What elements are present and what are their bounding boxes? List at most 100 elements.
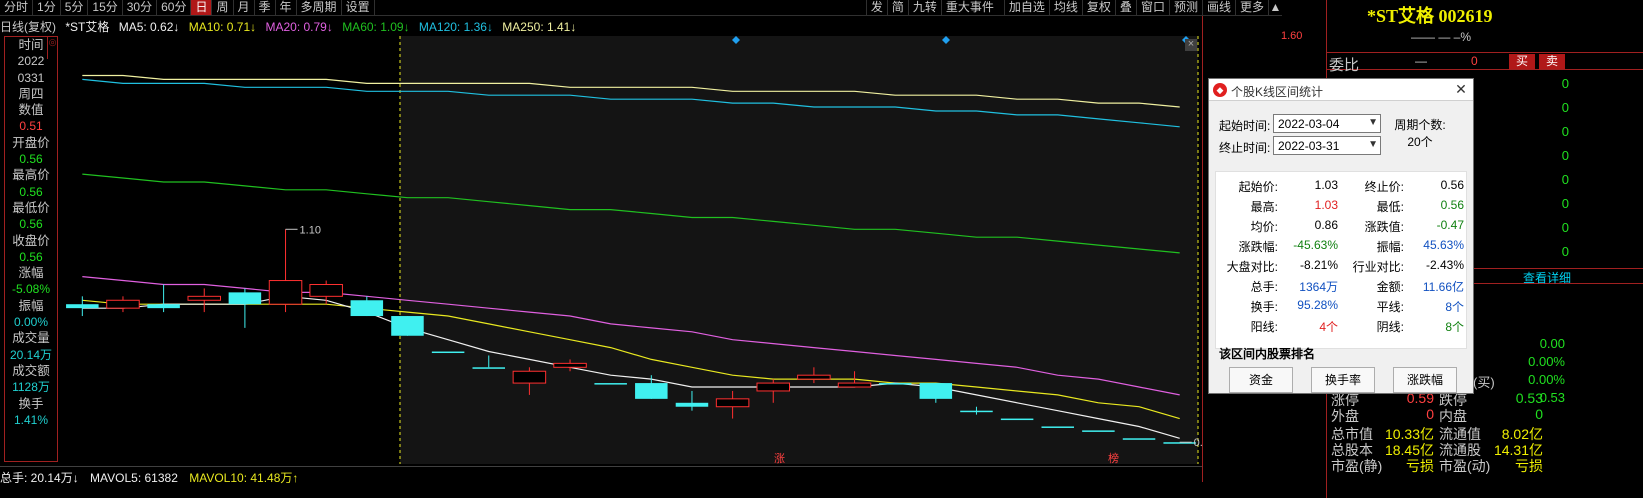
tool-button[interactable]: 发 (865, 0, 887, 15)
ma120-value: MA120: 1.36↓ (418, 20, 493, 34)
stat-l1: 换手: (1250, 300, 1278, 314)
stat-l2: 阴线: (1376, 320, 1404, 334)
quote-val2: 亏损 (1515, 458, 1543, 474)
quote-row: 总股本 18.45亿 流通股 14.31亿 (1327, 440, 1643, 458)
stat-l2: 行业对比: (1352, 260, 1404, 274)
tool-button[interactable]: 九转 (907, 0, 941, 15)
period-tab[interactable]: 15分 (88, 0, 123, 15)
info-label: 最低价 (12, 200, 50, 215)
candle-body (675, 402, 709, 407)
period-tab[interactable]: 多周期 (297, 0, 342, 15)
chevron-down-icon: ▼ (1368, 117, 1378, 128)
info-value: 20.14万 (9, 347, 53, 362)
quote-lab2: 内盘 (1439, 408, 1467, 424)
end-time-select[interactable]: 2022-03-31 ▼ (1273, 136, 1381, 155)
info-panel-toggle-icon[interactable]: ◎ (47, 37, 57, 59)
close-icon[interactable]: × (1185, 39, 1197, 51)
stat-v2: 8个 (1445, 300, 1464, 314)
quote-val2: 0.53 (1515, 390, 1543, 406)
rank-fund-button[interactable]: 资金 (1229, 367, 1293, 393)
dialog-titlebar[interactable]: ◆ 个股K线区间统计 ✕ (1209, 79, 1473, 101)
start-time-select[interactable]: 2022-03-04 ▼ (1273, 114, 1381, 133)
tool-button[interactable]: 均线 (1048, 0, 1082, 15)
period-tab[interactable]: 设置 (342, 0, 375, 15)
sell-button[interactable]: 卖 (1539, 54, 1565, 69)
end-time-label: 终止时间: (1219, 141, 1271, 155)
stat-v2: 8个 (1445, 320, 1464, 334)
info-label: 成交量 (12, 331, 50, 346)
period-tab[interactable]: 季 (255, 0, 276, 15)
info-label: 换手 (18, 396, 44, 411)
quote-value-2: 0.00% (1528, 354, 1565, 369)
stat-l2: 振幅: (1376, 240, 1404, 254)
info-value: 0.56 (19, 249, 43, 264)
period-tab[interactable]: 年 (276, 0, 297, 15)
candle-body (147, 304, 180, 309)
info-value: 1.41% (13, 412, 49, 427)
info-label: 涨幅 (18, 266, 44, 281)
tool-button[interactable]: 更多 (1234, 0, 1268, 15)
candle-body (878, 383, 912, 385)
info-label: 数值 (18, 103, 44, 118)
stat-l2: 平线: (1376, 300, 1404, 314)
stat-v1: 4个 (1319, 320, 1338, 334)
candle-body (268, 280, 303, 305)
candle-body (350, 300, 384, 317)
quote-value-3: 0.00% (1528, 372, 1565, 387)
stat-l2: 终止价: (1364, 180, 1404, 194)
dialog-title: 个股K线区间统计 (1231, 85, 1324, 99)
info-value: 0.00% (13, 315, 49, 330)
tool-button[interactable]: 画线 (1201, 0, 1235, 15)
tool-button[interactable]: 预测 (1168, 0, 1202, 15)
mavol10: MAVOL10: 41.48万↑ (189, 471, 299, 485)
candle-body (756, 382, 791, 392)
tool-button[interactable]: 简 (886, 0, 908, 15)
quote-val: 0 (1426, 406, 1434, 422)
tool-button[interactable]: 复权 (1081, 0, 1115, 15)
tool-button[interactable]: 叠 (1114, 0, 1136, 15)
weibi-row: 委比 — 0 买 卖 (1327, 52, 1643, 74)
info-value: 0.56 (19, 184, 43, 199)
kline-chart[interactable]: 1.10 0.56 涨 榜 (60, 36, 1202, 464)
stat-v1: -8.21% (1299, 258, 1338, 272)
stat-v1: 0.86 (1314, 218, 1338, 232)
total-volume: 总手: 20.14万↓ (0, 471, 79, 485)
rank-turnover-button[interactable]: 换手率 (1311, 367, 1375, 393)
stat-l1: 总手: (1250, 280, 1278, 294)
tool-button[interactable]: 窗口 (1135, 0, 1169, 15)
period-tab[interactable]: 日 (191, 0, 213, 15)
side-label: (买) (1473, 375, 1495, 390)
stat-v1: 95.28% (1297, 298, 1338, 312)
ma10-value: MA10: 0.71↓ (188, 20, 257, 34)
candle-body (391, 316, 424, 336)
period-tab[interactable]: 月 (234, 0, 255, 15)
tool-button[interactable]: 加自选 (1003, 0, 1049, 15)
quote-row: 市盈(静) 亏损 市盈(动) 亏损 (1327, 456, 1643, 474)
period-count-value: 20个 (1407, 135, 1433, 149)
period-tab[interactable]: 分时 (0, 0, 34, 15)
scroll-up-icon[interactable]: ▲ (1268, 0, 1282, 15)
candle-body (797, 374, 831, 380)
period-tab[interactable]: 60分 (157, 0, 192, 15)
period-tab[interactable]: 5分 (61, 0, 89, 15)
period-tab[interactable]: 周 (212, 0, 234, 15)
candle-body (715, 398, 750, 408)
tool-button[interactable]: 重大事件 (940, 0, 998, 15)
period-tab[interactable]: 1分 (33, 0, 61, 15)
stat-l2: 涨跌值: (1364, 220, 1404, 234)
low-price-label: 0.56 (1194, 437, 1202, 449)
buy-button[interactable]: 买 (1509, 54, 1535, 69)
candle-body (594, 383, 627, 385)
dialog-close-icon[interactable]: ✕ (1453, 81, 1469, 97)
quote-val: 亏损 (1406, 458, 1434, 474)
stat-v1: -45.63% (1293, 238, 1338, 252)
candle-body (187, 295, 222, 301)
period-tab[interactable]: 30分 (123, 0, 158, 15)
stat-v2: -2.43% (1425, 258, 1464, 272)
view-detail-link[interactable]: 查看详细 (1523, 269, 1571, 286)
rank-title: 该区间内股票排名 (1219, 347, 1316, 361)
chart-tools: 发简九转 重大事件 加自选 均线 复权叠窗口 预测 画线 更多 (865, 0, 1268, 15)
rank-change-button[interactable]: 涨跌幅 (1393, 367, 1457, 393)
info-label: 成交额 (12, 363, 50, 378)
candle-body (635, 383, 668, 399)
